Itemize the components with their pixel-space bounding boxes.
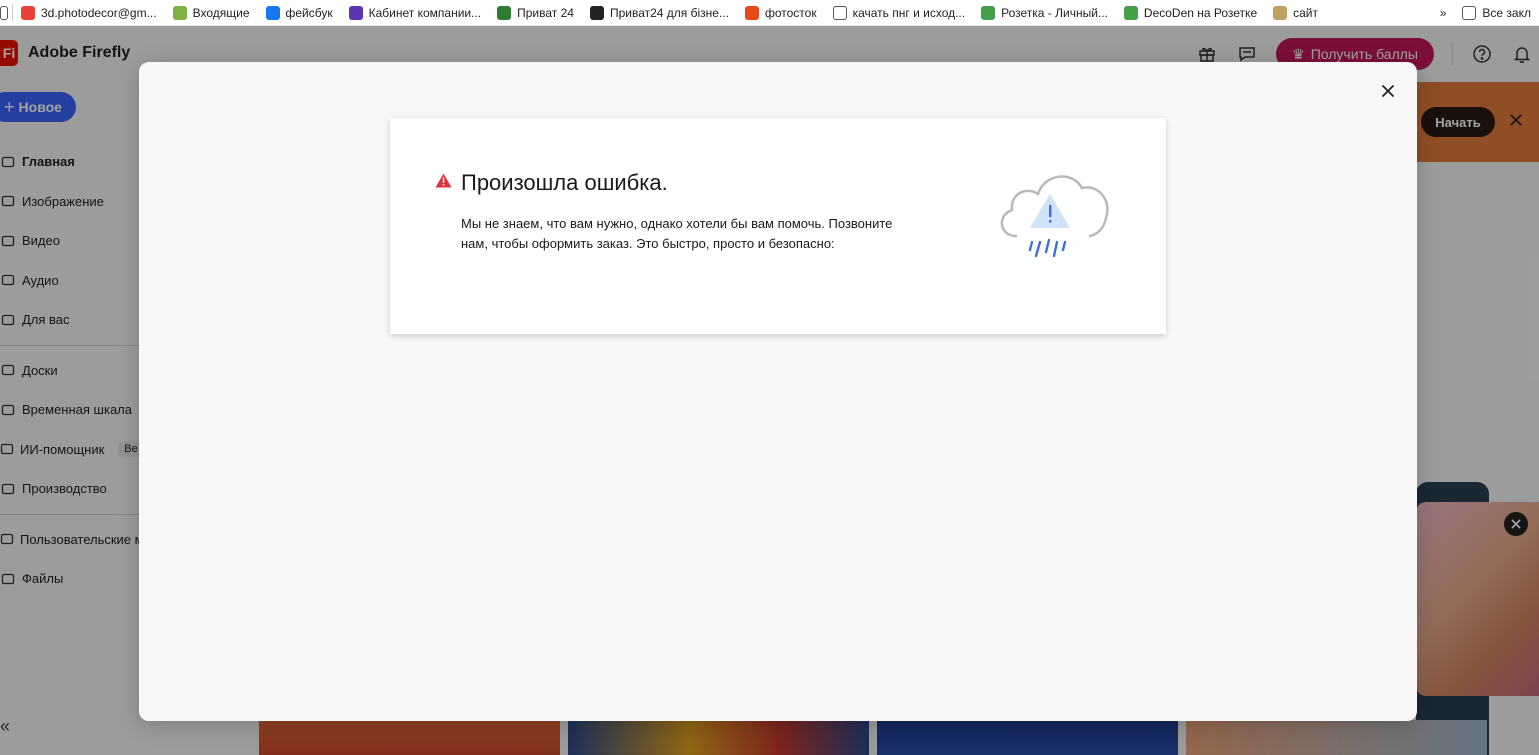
- error-dialog: Произошла ошибка. Мы не знаем, что вам н…: [139, 62, 1417, 721]
- bookmark-label: DecoDen на Розетке: [1143, 5, 1258, 20]
- error-header: Произошла ошибка.: [435, 170, 668, 196]
- site-icon: [1273, 5, 1288, 20]
- bookmarks-list: 3d.photodecor@gm... Входящие фейсбук Кабине…: [13, 0, 1326, 25]
- bookmark-label: 3d.photodecor@gm...: [41, 5, 157, 20]
- bookmark-item[interactable]: Кабинет компании...: [341, 0, 490, 25]
- bookmarks-more-button[interactable]: »: [1432, 0, 1455, 25]
- error-message: Мы не знаем, что вам нужно, однако хотел…: [461, 216, 893, 251]
- facebook-icon: [265, 5, 280, 20]
- bookmark-item[interactable]: фейсбук: [258, 0, 341, 25]
- error-card: Произошла ошибка. Мы не знаем, что вам н…: [390, 118, 1166, 334]
- bookmark-label: Приват24 для бізне...: [609, 5, 729, 20]
- bookmark-item[interactable]: сайт: [1265, 0, 1326, 25]
- bookmarks-bar: 3d.photodecor@gm... Входящие фейсбук Кабине…: [0, 0, 1539, 26]
- all-bookmarks-label: Все закл: [1482, 5, 1531, 20]
- privat-business-icon: [589, 5, 604, 20]
- bookmark-icon: [0, 5, 8, 20]
- photostock-icon: [744, 5, 759, 20]
- bookmark-item[interactable]: фотосток: [737, 0, 825, 25]
- privat-icon: [497, 5, 512, 20]
- bookmark-label: Приват 24: [517, 5, 574, 20]
- close-icon[interactable]: [1376, 79, 1400, 103]
- rozetka-icon: [1123, 5, 1138, 20]
- error-title: Произошла ошибка.: [461, 170, 668, 195]
- bookmark-label: Кабинет компании...: [368, 5, 482, 20]
- bookmark-item[interactable]: качать пнг и исход...: [825, 0, 974, 25]
- bookmark-label: сайт: [1293, 5, 1318, 20]
- bookmark-label: качать пнг и исход...: [852, 5, 966, 20]
- bookmark-label: фейсбук: [285, 5, 333, 20]
- rozetka-icon: [981, 5, 996, 20]
- bookmark-item[interactable]: DecoDen на Розетке: [1116, 0, 1265, 25]
- cloud-rain-warning-icon: [994, 164, 1114, 279]
- company-icon: [348, 5, 363, 20]
- bookmark-label: Входящие: [192, 5, 250, 20]
- bookmark-label: Розетка - Личный...: [1001, 5, 1108, 20]
- bookmark-item[interactable]: Приват 24: [489, 0, 582, 25]
- folder-icon: [1462, 5, 1477, 20]
- bookmark-item[interactable]: 3d.photodecor@gm...: [13, 0, 165, 25]
- mail-icon: [172, 5, 187, 20]
- page-icon: [832, 5, 847, 20]
- gmail-icon: [21, 5, 35, 20]
- bookmark-item[interactable]: Розетка - Личный...: [973, 0, 1116, 25]
- bookmark-item[interactable]: Приват24 для бізне...: [582, 0, 737, 25]
- bookmark-label: фотосток: [764, 5, 817, 20]
- all-bookmarks-button[interactable]: Все закл: [1454, 0, 1539, 25]
- bookmark-partial[interactable]: [0, 0, 12, 25]
- bookmark-item[interactable]: Входящие: [165, 0, 258, 25]
- bookmarks-more-label: »: [1439, 5, 1447, 20]
- alert-icon: [435, 173, 452, 193]
